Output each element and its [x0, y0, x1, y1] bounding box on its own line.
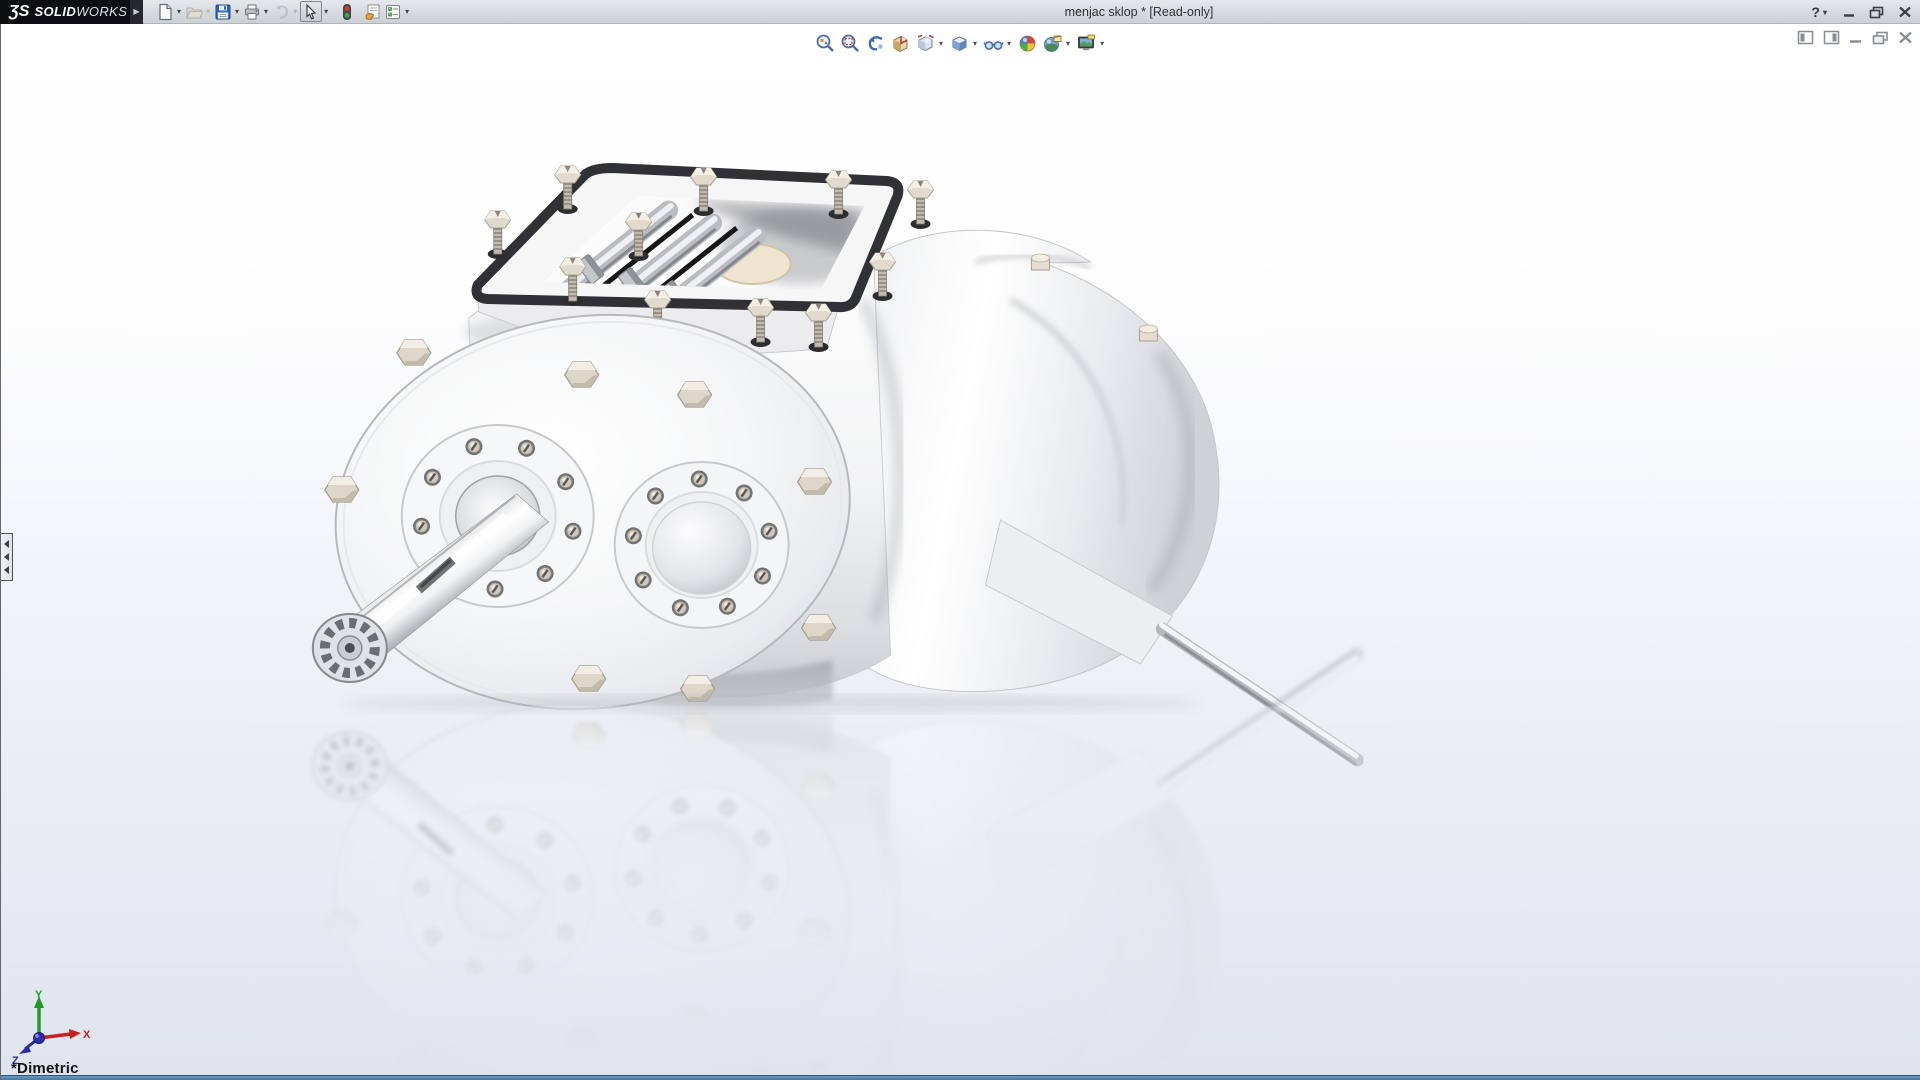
zoom-fit-icon: [815, 33, 836, 54]
spline-end: [313, 614, 387, 682]
brand-solid: SOLID: [34, 4, 76, 19]
options-checklist-icon: [384, 3, 402, 21]
section-view-icon: [890, 33, 911, 54]
minimize-button[interactable]: [1843, 6, 1856, 18]
open-folder-icon: [185, 3, 203, 21]
display-style-dropdown[interactable]: ▾: [973, 39, 977, 48]
save-floppy-icon: [214, 3, 232, 21]
featuremanager-collapsed-tab[interactable]: [1, 533, 13, 581]
triad-x-label: X: [83, 1029, 91, 1041]
undo-button[interactable]: [271, 1, 291, 22]
doc-restore-button[interactable]: [1872, 31, 1889, 45]
view-settings-icon: [1076, 33, 1097, 54]
apply-scene-button[interactable]: [1040, 31, 1065, 55]
previous-view-icon: [865, 33, 886, 54]
graphics-viewport[interactable]: ▾ ▾ ▾: [0, 24, 1920, 1080]
help-icon: ?: [1811, 4, 1820, 20]
collapse-arrow-icon: [4, 566, 9, 574]
display-style-button[interactable]: [947, 31, 972, 55]
zoom-to-fit-button[interactable]: [813, 31, 838, 55]
open-dropdown[interactable]: ▾: [206, 1, 210, 22]
show-right-pane-button[interactable]: [1823, 30, 1840, 45]
section-view-button[interactable]: [888, 31, 913, 55]
appearance-ball-icon: [1017, 33, 1038, 54]
view-orientation-dropdown[interactable]: ▾: [939, 39, 943, 48]
hide-show-items-dropdown[interactable]: ▾: [1007, 39, 1011, 48]
rebuild-button[interactable]: [337, 1, 357, 22]
solidworks-logo: ƷS SOLID WORKS: [0, 0, 130, 24]
select-cursor-icon: [302, 3, 320, 21]
edit-appearance-button[interactable]: [1015, 31, 1040, 55]
triad-y-label: Y: [35, 989, 43, 1001]
zoom-area-icon: [840, 33, 861, 54]
save-button[interactable]: [213, 1, 233, 22]
window-controls: ? ▾: [1811, 0, 1912, 24]
undo-dropdown[interactable]: ▾: [293, 1, 297, 22]
apply-scene-icon: [1042, 33, 1063, 54]
brand-mark: ƷS: [9, 3, 29, 21]
headsup-view-toolbar: ▾ ▾ ▾: [813, 31, 1108, 55]
close-button[interactable]: [1898, 6, 1912, 18]
options-dropdown[interactable]: ▾: [405, 1, 409, 22]
file-properties-icon: [364, 3, 382, 21]
view-orientation-button[interactable]: [913, 31, 938, 55]
help-dropdown[interactable]: ▾: [1823, 2, 1827, 23]
save-dropdown[interactable]: ▾: [235, 1, 239, 22]
undo-arrow-icon: [272, 3, 290, 21]
view-settings-button[interactable]: [1074, 31, 1099, 55]
rebuild-traffic-light-icon: [338, 3, 356, 21]
view-settings-dropdown[interactable]: ▾: [1100, 39, 1104, 48]
options-button[interactable]: [383, 1, 403, 22]
titlebar: ƷS SOLID WORKS ▶ ▾ ▾: [0, 0, 1920, 24]
hide-show-items-button[interactable]: [981, 31, 1006, 55]
document-title: menjac sklop * [Read-only]: [1065, 0, 1214, 24]
select-button[interactable]: [300, 1, 322, 22]
restore-button[interactable]: [1869, 6, 1885, 19]
document-window-controls: [1797, 30, 1913, 45]
display-style-icon: [949, 33, 970, 54]
collapse-arrow-icon: [4, 553, 9, 561]
doc-minimize-button[interactable]: [1849, 31, 1863, 44]
help-button[interactable]: ? ▾: [1811, 2, 1830, 23]
print-dropdown[interactable]: ▾: [264, 1, 268, 22]
previous-view-button[interactable]: [863, 31, 888, 55]
new-document-icon: [156, 3, 174, 21]
standard-toolbar: ▾ ▾ ▾ ▾: [155, 0, 412, 24]
file-properties-button[interactable]: [363, 1, 383, 22]
select-dropdown[interactable]: ▾: [324, 1, 328, 22]
new-dropdown[interactable]: ▾: [177, 1, 181, 22]
show-left-pane-button[interactable]: [1797, 30, 1814, 45]
reference-triad: Y X Z: [9, 988, 93, 1066]
menu-expand-notch[interactable]: ▶: [130, 0, 143, 24]
brand-works: WORKS: [76, 4, 127, 19]
collapse-arrow-icon: [4, 540, 9, 548]
doc-close-button[interactable]: [1898, 31, 1913, 44]
new-document-button[interactable]: [155, 1, 175, 22]
eyeglasses-icon: [983, 33, 1004, 54]
zoom-to-area-button[interactable]: [838, 31, 863, 55]
apply-scene-dropdown[interactable]: ▾: [1066, 39, 1070, 48]
status-strip: [1, 1075, 1920, 1080]
print-button[interactable]: [242, 1, 262, 22]
model-3d-render[interactable]: [1, 24, 1920, 1080]
open-button[interactable]: [184, 1, 204, 22]
printer-icon: [243, 3, 261, 21]
view-orientation-icon: [915, 33, 936, 54]
